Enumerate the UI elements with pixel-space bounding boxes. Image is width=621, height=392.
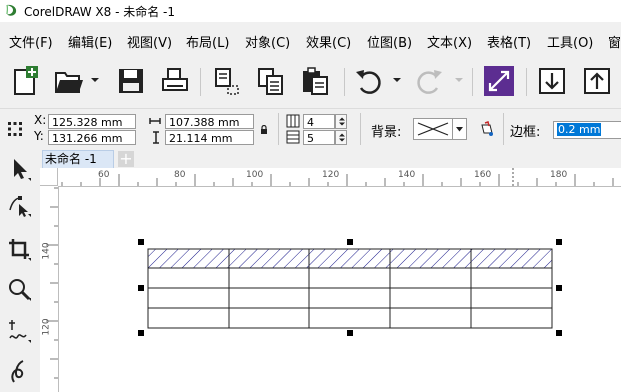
background-fill-picker[interactable]: [413, 118, 453, 140]
print-icon[interactable]: [158, 64, 192, 98]
menu-object[interactable]: 对象(C): [245, 32, 290, 51]
menu-edit[interactable]: 编辑(E): [68, 32, 112, 51]
x-position-field[interactable]: 125.328 mm: [48, 114, 136, 129]
import-icon[interactable]: [535, 64, 569, 98]
artistic-media-tool-icon[interactable]: [6, 358, 32, 384]
pick-tool-icon[interactable]: [6, 156, 32, 182]
horizontal-ruler[interactable]: 40 60 80 100 120 140 160 180: [40, 168, 621, 187]
y-label: Y:: [34, 129, 44, 143]
spinner-arrows-icon: [339, 133, 345, 142]
corel-connect-icon[interactable]: [482, 64, 516, 98]
redo-icon[interactable]: [412, 64, 446, 98]
add-tab-button[interactable]: +: [118, 151, 134, 167]
lock-ratio-icon[interactable]: [260, 125, 268, 135]
toolbar-separator: [200, 68, 201, 96]
object-width-field[interactable]: 107.388 mm: [165, 114, 254, 129]
title-bar: CorelDRAW X8 - 未命名 -1: [0, 0, 621, 22]
shape-tool-icon[interactable]: [6, 192, 32, 218]
table-rows-icon: [286, 114, 300, 128]
zoom-tool-icon[interactable]: [6, 276, 32, 302]
cut-icon[interactable]: [210, 64, 244, 98]
redo-dropdown-arrow-icon[interactable]: [455, 76, 463, 84]
open-folder-icon[interactable]: [52, 64, 86, 98]
document-tab[interactable]: 未命名 -1: [42, 150, 114, 168]
coreldraw-logo-icon: [4, 3, 19, 18]
ruler-origin[interactable]: [40, 168, 58, 186]
propbar-separator: [360, 113, 361, 145]
freehand-tool-icon[interactable]: [6, 318, 32, 344]
propbar-separator: [278, 113, 279, 145]
width-icon: [149, 118, 161, 124]
ruler-label: 100: [246, 170, 264, 180]
table-object[interactable]: [59, 187, 621, 392]
undo-dropdown-arrow-icon[interactable]: [393, 76, 401, 84]
export-icon[interactable]: [580, 64, 614, 98]
table-columns-icon: [286, 130, 300, 144]
ruler-label: 120: [322, 170, 340, 180]
edit-fill-icon[interactable]: [479, 121, 495, 137]
drawing-canvas[interactable]: [59, 187, 621, 392]
property-bar: X: 125.328 mm Y: 131.266 mm 107.388 mm 2…: [0, 108, 621, 149]
ruler-label: 80: [174, 170, 186, 180]
menu-bar: 文件(F) 编辑(E) 视图(V) 布局(L) 对象(C) 效果(C) 位图(B…: [0, 22, 621, 56]
menu-table[interactable]: 表格(T): [487, 32, 531, 51]
menu-view[interactable]: 视图(V): [127, 32, 172, 51]
background-fill-dropdown[interactable]: [453, 118, 467, 140]
menu-tools[interactable]: 工具(O): [547, 32, 593, 51]
toolbar-separator: [526, 68, 527, 96]
table-columns-field[interactable]: 5: [303, 130, 335, 145]
border-width-value: 0.2 mm: [557, 123, 602, 136]
standard-toolbar: [0, 56, 621, 108]
menu-window[interactable]: 窗: [608, 32, 621, 51]
object-height-field[interactable]: 21.114 mm: [165, 130, 254, 145]
ruler-label: 140: [398, 170, 416, 180]
y-position-field[interactable]: 131.266 mm: [48, 130, 136, 145]
menu-layout[interactable]: 布局(L): [186, 32, 229, 51]
window-title: CorelDRAW X8 - 未命名 -1: [24, 5, 176, 19]
menu-bitmaps[interactable]: 位图(B): [367, 32, 412, 51]
toolbox: [0, 148, 41, 392]
propbar-separator: [503, 113, 504, 145]
no-fill-swatch-icon: [417, 122, 449, 136]
menu-effects[interactable]: 效果(C): [306, 32, 351, 51]
toolbar-separator: [472, 68, 473, 96]
border-label: 边框:: [510, 125, 541, 140]
border-width-field[interactable]: 0.2 mm: [553, 121, 621, 139]
background-label: 背景:: [371, 125, 402, 140]
table-header-row: [148, 249, 552, 268]
table-rows-field[interactable]: 4: [303, 114, 335, 129]
menu-file[interactable]: 文件(F): [9, 32, 53, 51]
vertical-ruler-ticks: [46, 187, 58, 379]
toolbar-separator: [344, 68, 345, 96]
ruler-label: 60: [98, 170, 110, 180]
chevron-down-icon: [456, 127, 463, 132]
menu-text[interactable]: 文本(X): [427, 32, 472, 51]
undo-icon[interactable]: [352, 64, 386, 98]
spinner-arrows-icon: [339, 117, 345, 126]
ruler-label: 120: [41, 318, 52, 336]
document-tab-bar: 未命名 -1 +: [40, 148, 621, 168]
copy-icon[interactable]: [254, 64, 288, 98]
height-icon: [153, 131, 159, 144]
new-document-icon[interactable]: [8, 64, 42, 98]
x-label: X:: [34, 113, 47, 127]
save-icon[interactable]: [114, 64, 148, 98]
paste-icon[interactable]: [298, 64, 332, 98]
ruler-label: 180: [550, 170, 568, 180]
crop-tool-icon[interactable]: [6, 236, 32, 262]
object-origin-icon[interactable]: [8, 122, 22, 136]
ruler-label: 160: [474, 170, 492, 180]
ruler-label: 140: [41, 242, 52, 260]
vertical-ruler[interactable]: 140 120: [40, 186, 59, 392]
open-dropdown-arrow-icon[interactable]: [91, 76, 99, 84]
